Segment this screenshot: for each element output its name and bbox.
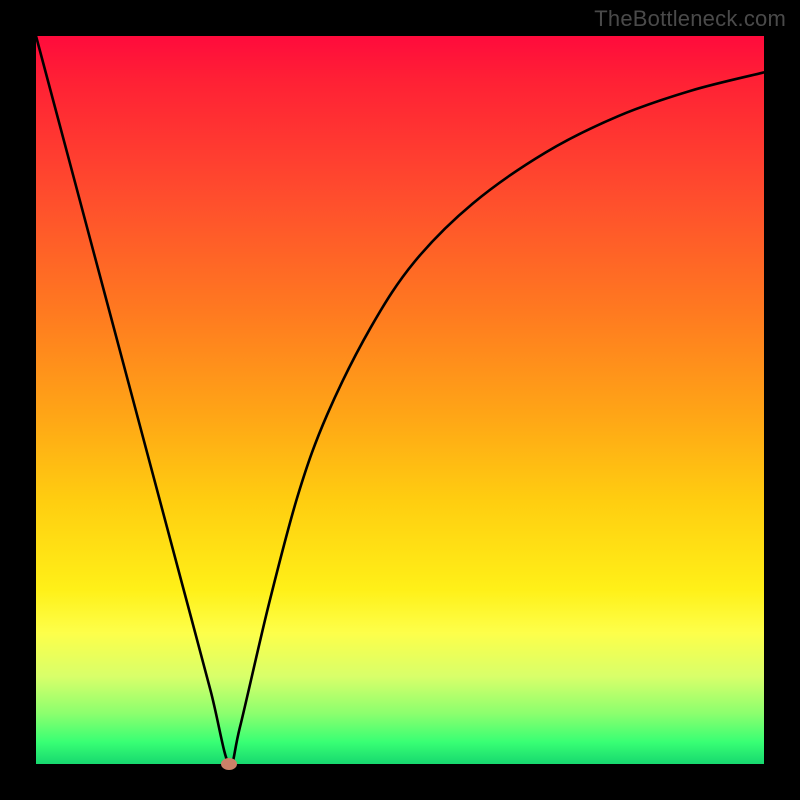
bottleneck-curve — [36, 36, 764, 764]
chart-frame: TheBottleneck.com — [0, 0, 800, 800]
plot-area — [36, 36, 764, 764]
minimum-marker — [221, 758, 237, 770]
watermark-text: TheBottleneck.com — [594, 6, 786, 32]
